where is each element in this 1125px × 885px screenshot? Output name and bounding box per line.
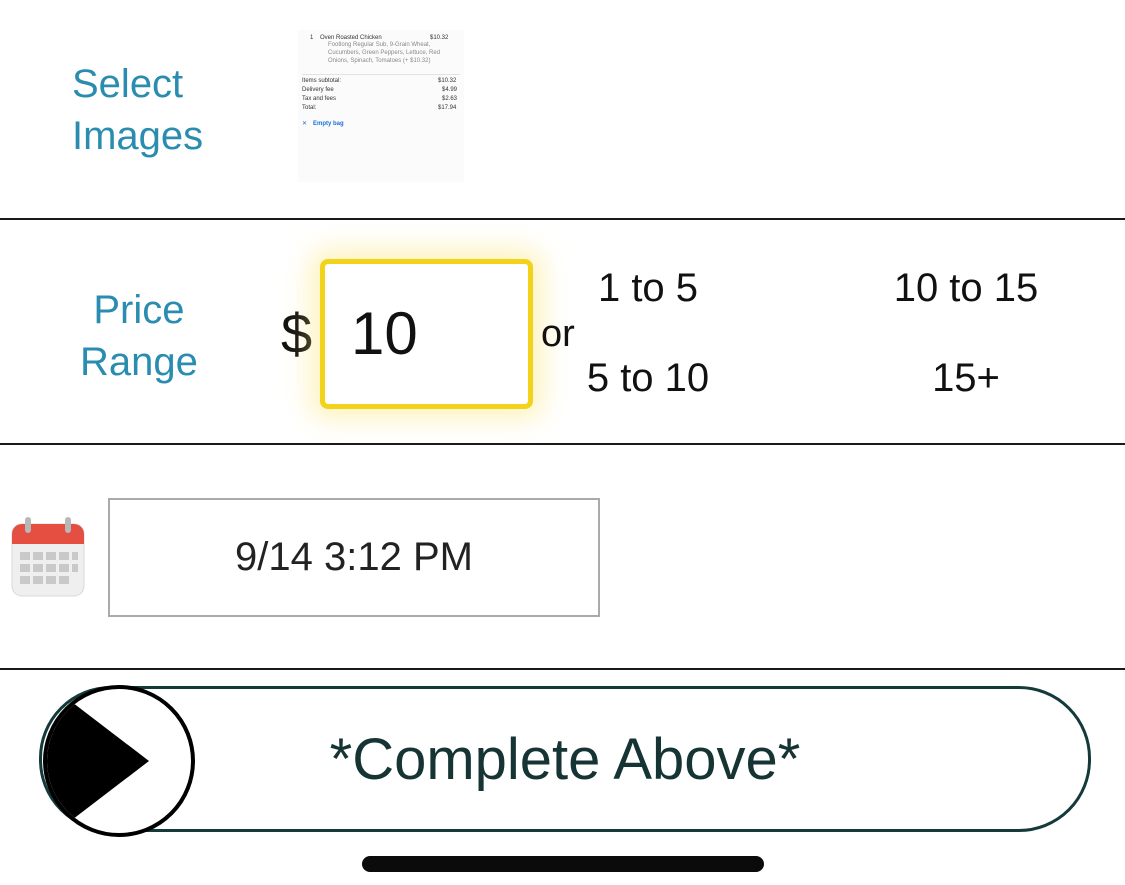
receipt-divider [302, 74, 460, 75]
price-option-1-to-5[interactable]: 1 to 5 [548, 266, 748, 310]
receipt-thumbnail[interactable]: 1 Oven Roasted Chicken $10.32 Footlong R… [298, 30, 464, 182]
complete-slider-label: *Complete Above* [329, 726, 801, 792]
receipt-qty: 1 [310, 35, 314, 41]
price-input[interactable] [351, 298, 521, 368]
receipt-item-price: $10.32 [430, 35, 449, 41]
price-range-label: Price Range [80, 284, 198, 388]
or-label: or [541, 313, 575, 355]
receipt-total-label: Total: [302, 105, 317, 111]
receipt-desc-line3: Onions, Spinach, Tomatoes (+ $10.32) [328, 58, 431, 64]
receipt-desc-line2: Cucumbers, Green Peppers, Lettuce, Red [328, 50, 441, 56]
currency-symbol: $ [281, 302, 313, 365]
section-divider [0, 443, 1125, 445]
receipt-empty-bag-link: Empty bag [313, 121, 344, 127]
datetime-field[interactable]: 9/14 3:12 PM [108, 498, 600, 617]
section-divider [0, 218, 1125, 220]
receipt-desc-line1: Footlong Regular Sub, 9-Grain Wheat, [328, 42, 431, 48]
price-range-label-line1: Price [93, 288, 185, 332]
complete-slider-track[interactable]: *Complete Above* [39, 686, 1091, 832]
price-option-10-to-15[interactable]: 10 to 15 [866, 266, 1066, 310]
receipt-delivery-value: $4.99 [442, 87, 458, 93]
select-images-label-line1: Select [72, 62, 184, 106]
section-divider [0, 668, 1125, 670]
receipt-close-icon: ✕ [302, 121, 308, 127]
price-option-15-plus[interactable]: 15+ [866, 356, 1066, 400]
receipt-item-name: Oven Roasted Chicken [320, 35, 382, 41]
price-input-box[interactable] [320, 259, 533, 409]
select-images-label-line2: Images [72, 114, 204, 158]
home-indicator [362, 856, 764, 872]
receipt-subtotal-value: $10.32 [438, 78, 457, 84]
price-option-5-to-10[interactable]: 5 to 10 [548, 356, 748, 400]
play-icon [47, 689, 149, 833]
receipt-tax-label: Tax and fees [302, 96, 337, 102]
slider-handle[interactable] [43, 685, 195, 837]
receipt-total-value: $17.94 [438, 105, 457, 111]
receipt-subtotal-label: Items subtotal: [302, 78, 342, 84]
datetime-value: 9/14 3:12 PM [235, 535, 473, 579]
receipt-tax-value: $2.63 [442, 96, 458, 102]
price-range-label-line2: Range [80, 340, 198, 384]
receipt-delivery-label: Delivery fee [302, 87, 334, 93]
select-images-button[interactable]: Select Images [72, 58, 203, 162]
calendar-icon[interactable] [11, 516, 85, 598]
